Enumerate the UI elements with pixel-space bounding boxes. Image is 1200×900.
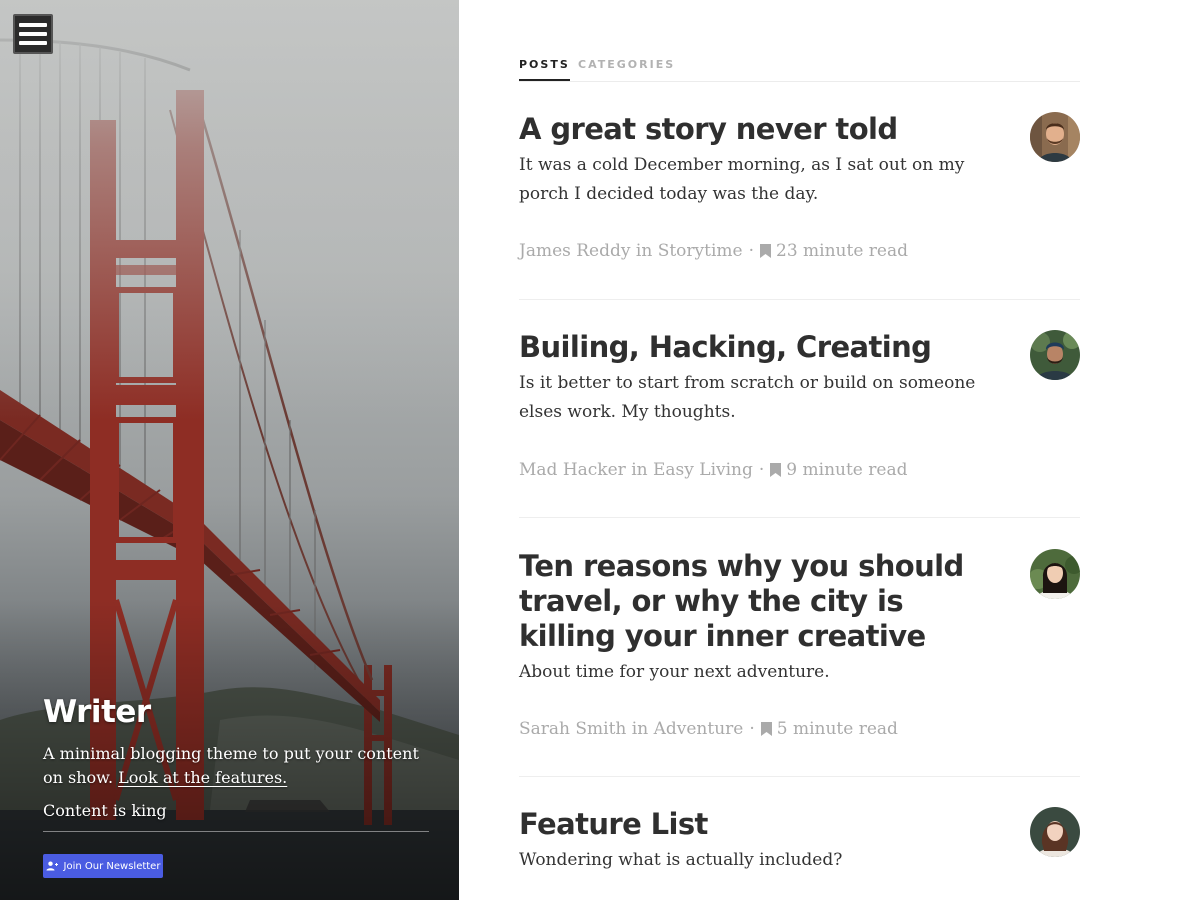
post-title[interactable]: Feature List	[519, 807, 979, 842]
post-divider	[519, 299, 1080, 300]
site-tagline: Content is king	[43, 800, 429, 832]
features-link[interactable]: Look at the features.	[118, 768, 287, 787]
post-item: Ten reasons why you should travel, or wh…	[519, 549, 1080, 777]
post-category[interactable]: Adventure	[654, 719, 744, 739]
post-author[interactable]: Sarah Smith	[519, 719, 626, 739]
tab-posts[interactable]: POSTS	[519, 58, 570, 81]
post-title[interactable]: A great story never told	[519, 112, 979, 147]
post-item: A great story never told It was a cold D…	[519, 112, 1080, 300]
newsletter-button[interactable]: Join Our Newsletter	[43, 854, 163, 878]
post-read-time: 9 minute read	[786, 460, 908, 480]
tab-categories[interactable]: CATEGORIES	[578, 58, 675, 71]
user-plus-icon	[46, 861, 58, 871]
bookmark-icon	[760, 244, 772, 258]
post-item: Builing, Hacking, Creating Is it better …	[519, 330, 1080, 518]
post-divider	[519, 776, 1080, 777]
site-title: Writer	[43, 694, 151, 730]
post-author[interactable]: Mad Hacker	[519, 460, 626, 480]
post-meta: Mad Hacker in Easy Living · 9 minute rea…	[519, 460, 908, 480]
post-title[interactable]: Ten reasons why you should travel, or wh…	[519, 549, 979, 654]
post-category[interactable]: Storytime	[658, 241, 743, 261]
post-divider	[519, 517, 1080, 518]
tab-bar: POSTS CATEGORIES	[519, 56, 1080, 82]
post-excerpt: It was a cold December morning, as I sat…	[519, 155, 965, 204]
author-avatar[interactable]	[1030, 807, 1080, 857]
hero-panel: Writer A minimal blogging theme to put y…	[0, 0, 459, 900]
site-info: Writer A minimal blogging theme to put y…	[43, 694, 433, 832]
post-category[interactable]: Easy Living	[653, 460, 753, 480]
post-item: Feature List Wondering what is actually …	[519, 807, 1080, 875]
post-read-time: 23 minute read	[776, 241, 909, 261]
author-avatar[interactable]	[1030, 112, 1080, 162]
post-excerpt: Is it better to start from scratch or bu…	[519, 373, 976, 422]
post-excerpt: About time for your next adventure.	[519, 662, 830, 682]
post-meta: Sarah Smith in Adventure · 5 minute read	[519, 719, 898, 739]
author-avatar[interactable]	[1030, 549, 1080, 599]
newsletter-label: Join Our Newsletter	[63, 860, 161, 872]
post-title[interactable]: Builing, Hacking, Creating	[519, 330, 979, 365]
author-avatar[interactable]	[1030, 330, 1080, 380]
post-excerpt: Wondering what is actually included?	[519, 850, 843, 870]
post-author[interactable]: James Reddy	[519, 241, 631, 261]
bookmark-icon	[760, 722, 772, 736]
site-description: A minimal blogging theme to put your con…	[43, 742, 433, 790]
menu-button[interactable]	[13, 14, 53, 54]
post-read-time: 5 minute read	[776, 719, 898, 739]
post-meta: James Reddy in Storytime · 23 minute rea…	[519, 241, 909, 261]
bookmark-icon	[770, 463, 782, 477]
menu-icon	[19, 23, 47, 27]
